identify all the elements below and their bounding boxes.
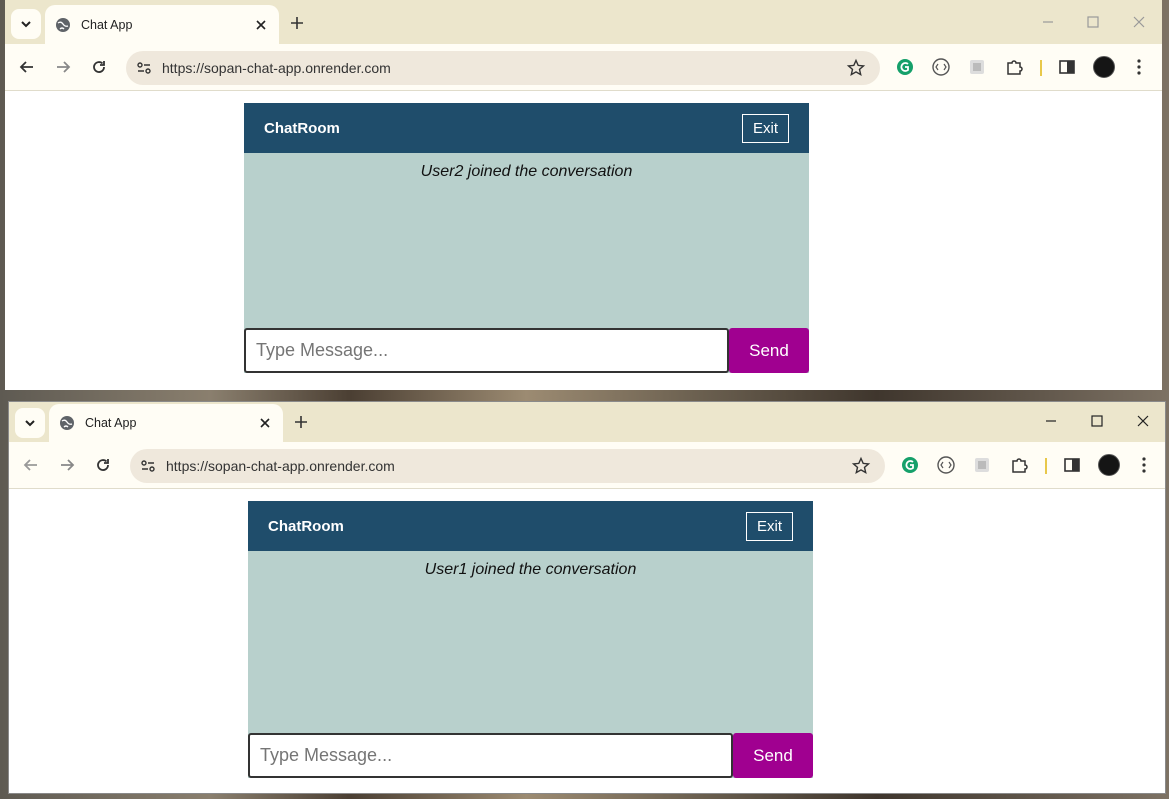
send-button[interactable]: Send	[729, 328, 809, 373]
side-panel-icon[interactable]	[1062, 455, 1082, 475]
reload-icon[interactable]	[93, 455, 113, 475]
profile-avatar[interactable]	[1093, 56, 1115, 78]
site-settings-icon[interactable]	[134, 58, 154, 78]
bookmark-star-icon[interactable]	[851, 456, 871, 476]
message-input[interactable]	[248, 733, 733, 778]
forward-arrow-icon[interactable]	[53, 57, 73, 77]
profile-avatar[interactable]	[1098, 454, 1120, 476]
side-panel-icon[interactable]	[1057, 57, 1077, 77]
join-notice: User1 joined the conversation	[424, 561, 637, 578]
join-notice: User2 joined the conversation	[420, 163, 633, 180]
extension-code-icon[interactable]	[936, 455, 956, 475]
title-bar: Chat App	[5, 0, 1162, 44]
close-icon[interactable]	[257, 415, 273, 431]
close-window-icon[interactable]	[1129, 12, 1149, 32]
chat-header: ChatRoom Exit	[248, 501, 813, 551]
chat-input-row: Send	[248, 733, 813, 778]
globe-icon	[60, 416, 74, 430]
more-menu-icon[interactable]	[1134, 455, 1154, 475]
tab-chat-app[interactable]: Chat App	[45, 5, 279, 44]
minimize-icon[interactable]	[1041, 411, 1061, 431]
extension-grid-icon[interactable]	[967, 57, 987, 77]
exit-button[interactable]: Exit	[741, 113, 789, 143]
chat-room: ChatRoom Exit User2 joined the conversat…	[244, 103, 809, 373]
grammarly-icon[interactable]	[900, 455, 920, 475]
chat-header: ChatRoom Exit	[244, 103, 809, 153]
grammarly-icon[interactable]	[895, 57, 915, 77]
maximize-icon[interactable]	[1087, 411, 1107, 431]
bookmark-star-icon[interactable]	[846, 58, 866, 78]
back-arrow-icon[interactable]	[21, 455, 41, 475]
puzzle-extensions-icon[interactable]	[1009, 455, 1029, 475]
chat-messages: User1 joined the conversation	[248, 551, 813, 733]
plus-icon[interactable]	[287, 13, 307, 33]
back-arrow-icon[interactable]	[17, 57, 37, 77]
globe-icon	[56, 17, 70, 32]
extension-code-icon[interactable]	[931, 57, 951, 77]
chevron-down-icon	[25, 420, 35, 427]
message-input[interactable]	[244, 328, 729, 373]
browser-window-1: Chat App https://sopan-chat-app.onrender…	[5, 0, 1162, 390]
maximize-icon[interactable]	[1083, 12, 1103, 32]
chat-title: ChatRoom	[268, 517, 344, 535]
url-text: https://sopan-chat-app.onrender.com	[166, 458, 395, 474]
page-content: ChatRoom Exit User1 joined the conversat…	[9, 489, 1165, 793]
close-icon[interactable]	[253, 17, 269, 33]
send-button[interactable]: Send	[733, 733, 813, 778]
tab-chat-app[interactable]: Chat App	[49, 404, 283, 442]
chat-messages: User2 joined the conversation	[244, 153, 809, 328]
chat-title: ChatRoom	[264, 119, 340, 137]
close-window-icon[interactable]	[1133, 411, 1153, 431]
minimize-icon[interactable]	[1038, 12, 1058, 32]
toolbar-separator	[1040, 60, 1042, 76]
browser-toolbar: https://sopan-chat-app.onrender.com	[5, 44, 1162, 91]
page-content: ChatRoom Exit User2 joined the conversat…	[5, 91, 1162, 390]
title-bar: Chat App	[9, 402, 1165, 442]
site-settings-icon[interactable]	[138, 456, 158, 476]
extension-grid-icon[interactable]	[972, 455, 992, 475]
toolbar-separator	[1045, 458, 1047, 474]
browser-toolbar: https://sopan-chat-app.onrender.com	[9, 442, 1165, 489]
exit-button[interactable]: Exit	[745, 511, 793, 541]
browser-window-2: Chat App https://sopan-chat-app.onrender…	[8, 401, 1166, 794]
forward-arrow-icon[interactable]	[57, 455, 77, 475]
url-text: https://sopan-chat-app.onrender.com	[162, 60, 391, 76]
more-menu-icon[interactable]	[1129, 57, 1149, 77]
tab-title: Chat App	[85, 416, 137, 430]
address-bar[interactable]: https://sopan-chat-app.onrender.com	[126, 51, 880, 85]
tab-search-button[interactable]	[11, 9, 41, 39]
chat-input-row: Send	[244, 328, 809, 373]
chat-room: ChatRoom Exit User1 joined the conversat…	[248, 501, 813, 783]
tab-search-button[interactable]	[15, 408, 45, 438]
tab-title: Chat App	[81, 17, 133, 32]
plus-icon[interactable]	[291, 412, 311, 432]
chevron-down-icon	[21, 21, 31, 28]
puzzle-extensions-icon[interactable]	[1004, 57, 1024, 77]
reload-icon[interactable]	[89, 57, 109, 77]
address-bar[interactable]: https://sopan-chat-app.onrender.com	[130, 449, 885, 483]
